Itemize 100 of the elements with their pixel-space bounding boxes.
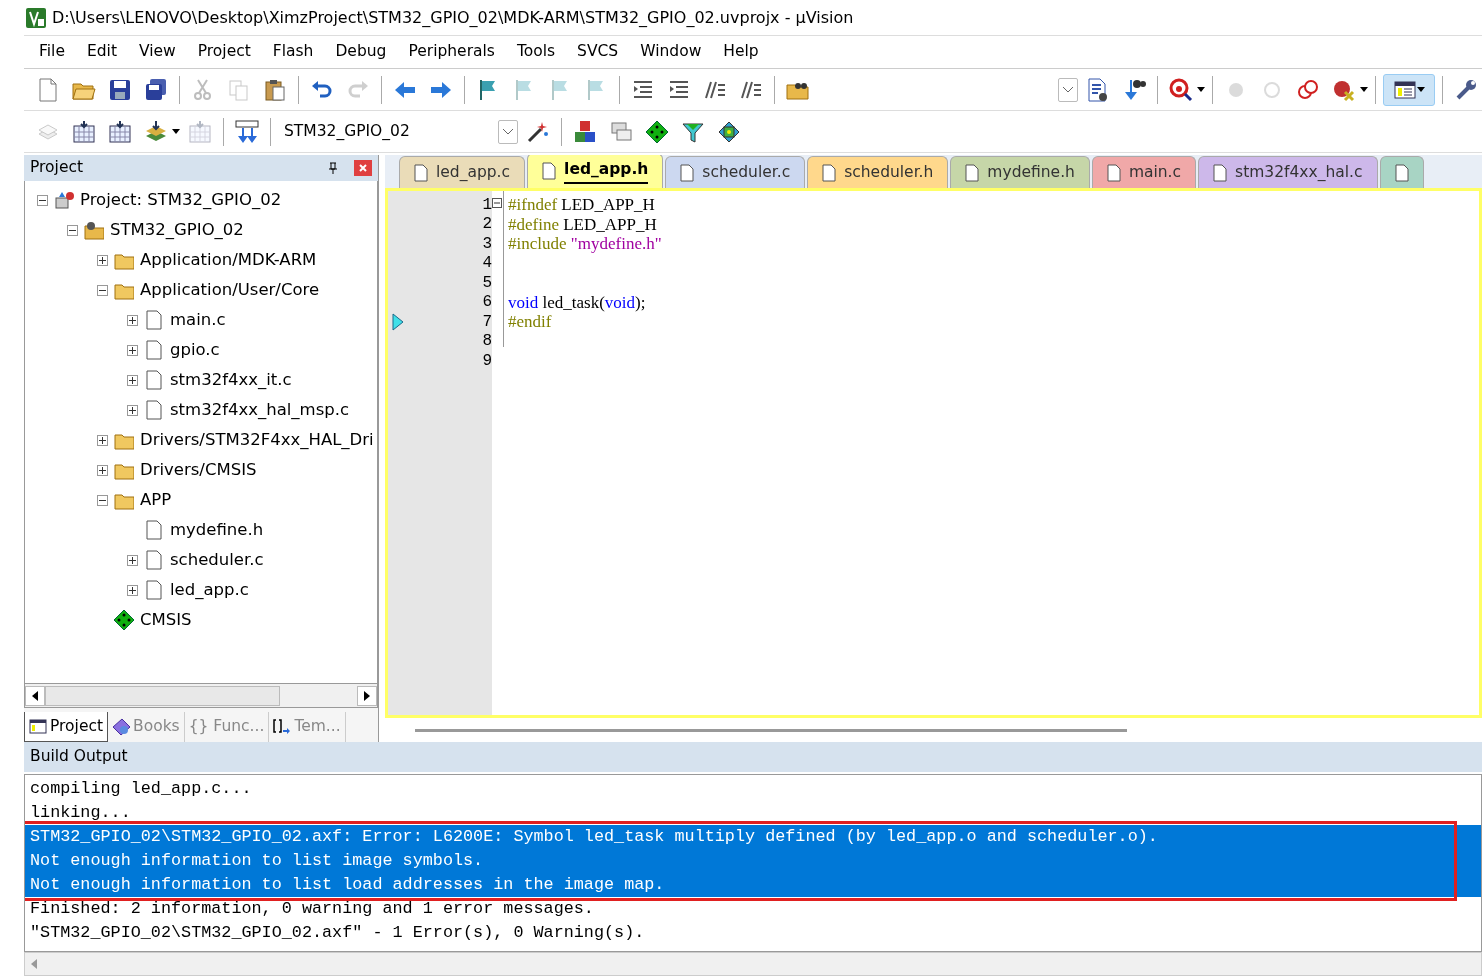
menu-item[interactable]: Project (186, 40, 262, 64)
file-icon (144, 310, 164, 330)
tree-item[interactable]: Application/MDK-ARM (140, 247, 317, 273)
expand-toggle[interactable] (127, 554, 138, 566)
tree-item[interactable]: main.c (170, 307, 226, 333)
file-tab[interactable]: main.c (1091, 156, 1197, 188)
output-line[interactable]: compiling led_app.c... (25, 777, 1481, 801)
code-line: #include "mydefine.h" (508, 233, 662, 255)
output-line[interactable]: Finished: 2 information, 0 warning and 1 error messages. (25, 897, 1481, 921)
file-icon (1106, 163, 1121, 182)
menu-item[interactable]: SVCS (566, 40, 630, 64)
scrollbar[interactable] (24, 684, 378, 708)
tree-item[interactable]: gpio.c (170, 337, 220, 363)
line-number: 6 (482, 292, 492, 314)
tree-item[interactable]: APP (140, 487, 172, 513)
dropdown-icon[interactable] (502, 128, 514, 135)
grid-down-icon (188, 119, 212, 144)
scrollbar[interactable] (24, 952, 1482, 976)
tree-item[interactable]: scheduler.c (170, 547, 264, 573)
left-arrow-icon[interactable] (32, 690, 38, 701)
file-icon (1394, 163, 1409, 182)
tree-item[interactable]: stm32f4xx_hal_msp.c (170, 397, 350, 423)
file-tab[interactable]: scheduler.h (807, 156, 949, 188)
binoculars-icon (1122, 77, 1146, 102)
expand-toggle[interactable] (127, 314, 138, 326)
target-select[interactable]: STM32_GPIO_02 (278, 116, 518, 147)
diamond-icon (114, 610, 134, 630)
blocks-icon (573, 119, 597, 144)
tree-item[interactable]: CMSIS (140, 607, 192, 633)
file-tab[interactable]: stm32f4xx_hal.c (1198, 156, 1378, 188)
document-search-icon (1086, 77, 1110, 102)
package-icon (717, 119, 741, 144)
line-number: 1 (482, 194, 492, 216)
menu-item[interactable]: File (28, 40, 76, 64)
expand-toggle[interactable] (97, 494, 108, 506)
menu-item[interactable]: Window (629, 40, 713, 64)
file-icon (144, 550, 164, 570)
output-line[interactable]: "STM32_GPIO_02\STM32_GPIO_02.axf" - 1 Error(s), 0 Warning(s). (25, 921, 1481, 945)
plus-icon (129, 346, 136, 354)
expand-toggle[interactable] (127, 344, 138, 356)
pin-icon[interactable] (328, 162, 338, 174)
right-arrow-icon[interactable] (364, 690, 370, 701)
caret-icon[interactable] (1197, 87, 1205, 92)
menu-item[interactable]: Peripherals (397, 40, 506, 64)
disks-icon (144, 77, 168, 102)
caret-icon[interactable] (1417, 87, 1425, 92)
file-icon (144, 340, 164, 360)
scrollbar[interactable] (415, 728, 1127, 732)
plus-icon (129, 316, 136, 324)
diamond-icon (645, 119, 669, 144)
tree-item[interactable]: Application/User/Core (140, 277, 320, 303)
file-tab[interactable]: led_app.h (527, 155, 664, 188)
layers-icon (144, 119, 168, 144)
toolbar-button[interactable] (1383, 73, 1435, 106)
chevron-icon (1062, 86, 1074, 93)
expand-toggle[interactable] (97, 254, 108, 266)
expand-toggle[interactable] (97, 464, 108, 476)
file-icon (542, 162, 557, 180)
panel-title: Build Output (30, 746, 128, 768)
stacked-windows-icon (609, 119, 633, 144)
file-icon (1213, 163, 1228, 182)
menu-item[interactable]: Edit (75, 40, 128, 64)
file-tab[interactable]: scheduler.c (665, 156, 806, 188)
document-icon (36, 77, 60, 102)
file-tab[interactable]: mydefine.h (950, 156, 1090, 188)
scroll-thumb[interactable] (45, 685, 280, 706)
output-line[interactable]: linking... (25, 801, 1481, 825)
plus-icon (99, 256, 106, 264)
expand-toggle[interactable] (97, 434, 108, 446)
file-icon (144, 400, 164, 420)
expand-toggle[interactable] (127, 374, 138, 386)
caret-icon[interactable] (172, 129, 180, 134)
expand-toggle[interactable] (127, 404, 138, 416)
magnifier-icon (1169, 77, 1193, 102)
tree-item[interactable]: Drivers/CMSIS (140, 457, 257, 483)
close-button[interactable] (354, 160, 372, 176)
line-number: 9 (482, 350, 492, 372)
tree-item[interactable]: mydefine.h (170, 517, 264, 543)
fold-toggle-icon[interactable] (492, 198, 502, 209)
caret-icon[interactable] (1360, 87, 1368, 92)
tree-item[interactable]: Project: STM32_GPIO_02 (80, 187, 282, 213)
expand-toggle[interactable] (97, 284, 108, 296)
tree-item[interactable]: STM32_GPIO_02 (110, 217, 244, 243)
tree-item[interactable]: Drivers/STM32F4xx_HAL_Dri (140, 427, 374, 453)
file-tab[interactable]: led_app.c (399, 156, 526, 188)
expand-toggle[interactable] (67, 224, 78, 236)
menu-item[interactable]: View (127, 40, 187, 64)
load-arrow-icon (235, 119, 259, 144)
panel-tab[interactable]: Project (24, 712, 109, 742)
menu-item[interactable]: Flash (261, 40, 325, 64)
tree-item[interactable]: stm32f4xx_it.c (170, 367, 292, 393)
menu-item[interactable]: Debug (324, 40, 398, 64)
grid-down-icon (72, 119, 96, 144)
file-tab[interactable] (1379, 156, 1424, 188)
file-icon (144, 370, 164, 390)
menu-item[interactable]: Help (712, 40, 770, 64)
expand-toggle[interactable] (127, 584, 138, 596)
tree-item[interactable]: led_app.c (170, 577, 249, 603)
menu-item[interactable]: Tools (505, 40, 567, 64)
expand-toggle[interactable] (37, 194, 48, 206)
